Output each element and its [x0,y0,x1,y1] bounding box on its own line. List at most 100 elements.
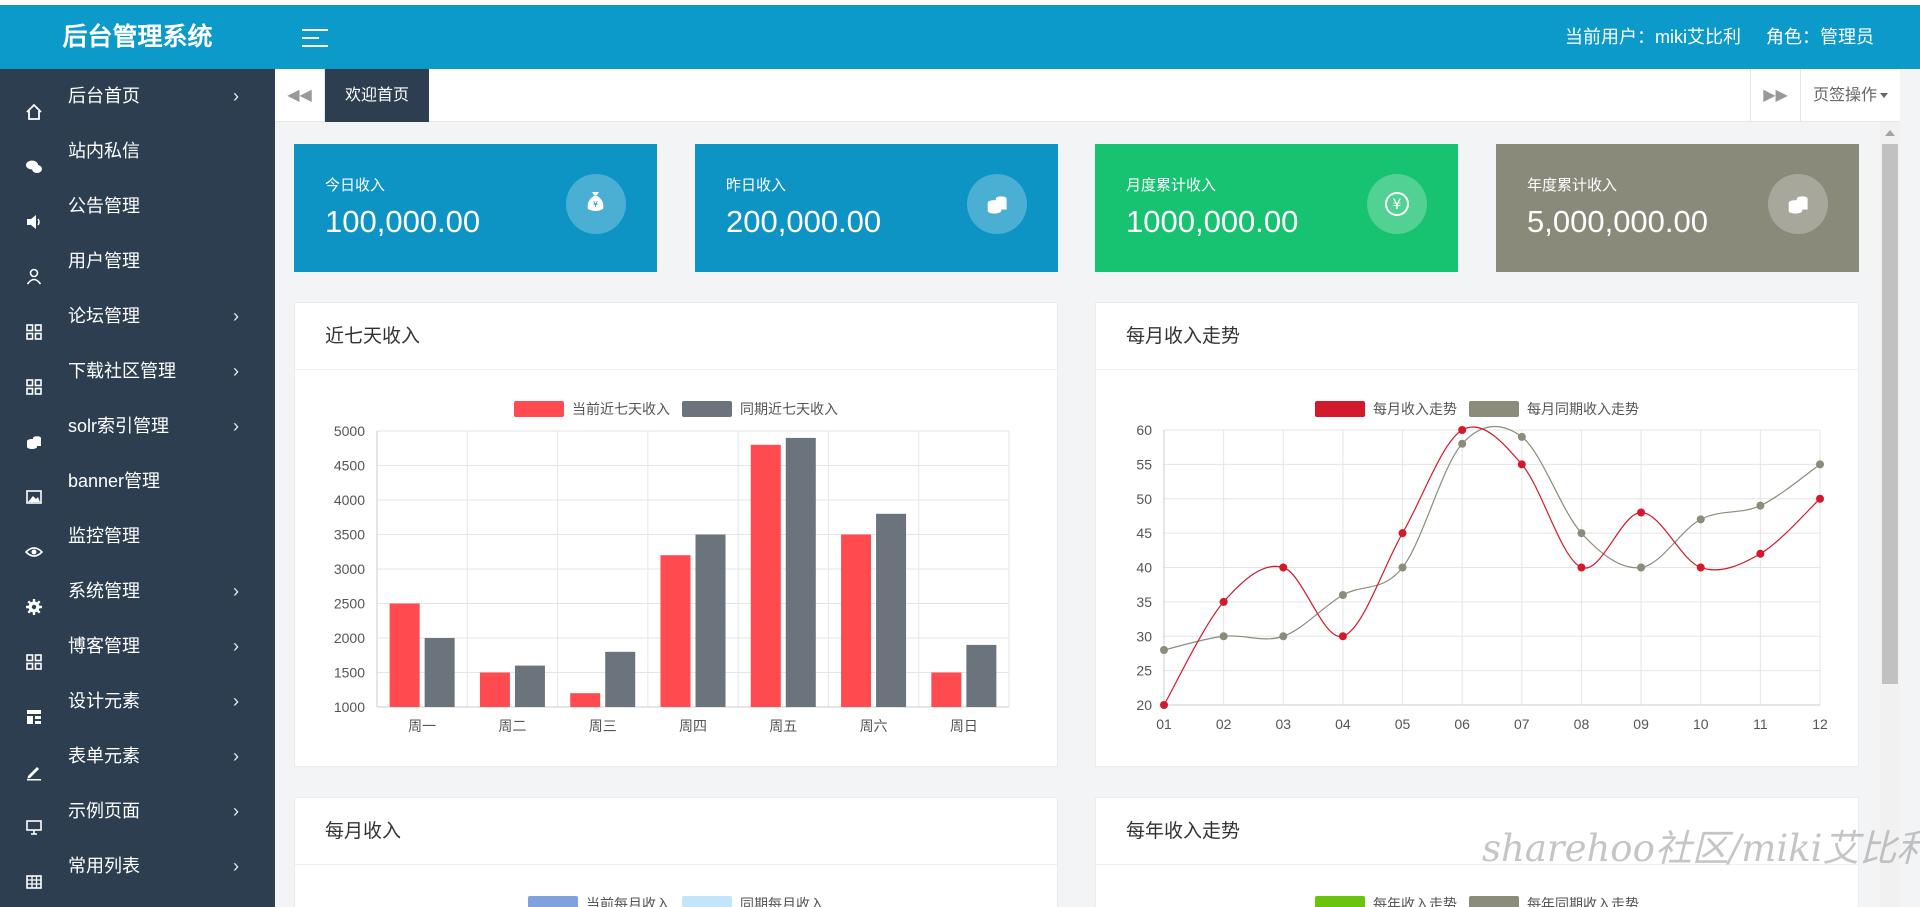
eye-icon [24,528,44,557]
data-point [1160,701,1168,709]
sidebar-item-label: 示例页面 [68,801,140,821]
home-icon [25,88,43,120]
sidebar-item[interactable]: 博客管理 › [0,619,275,674]
sidebar-item[interactable]: 常用列表 › [0,839,275,894]
sidebar-item-label: 站内私信 [68,141,140,161]
stat-icon-circle: ¥ [566,174,626,234]
sidebar-item[interactable]: solr索引管理 › [0,399,275,454]
sidebar-item[interactable]: 监控管理 [0,509,275,564]
chat-icon [25,143,43,173]
tab-operations-dropdown[interactable]: 页签操作 [1800,69,1900,122]
data-point [1637,563,1646,572]
sidebar-item[interactable]: 后台首页 › [0,69,275,124]
y-tick-label: 20 [1136,697,1152,713]
x-tick-label: 08 [1574,716,1590,732]
scroll-up-icon[interactable] [1885,130,1895,136]
sidebar-item[interactable]: 论坛管理 › [0,289,275,344]
series-line [1163,426,1821,706]
data-point [1756,549,1765,558]
stat-value: 5,000,000.00 [1527,204,1709,239]
sidebar-item[interactable]: 站内私信 [0,124,275,179]
stat-value: 1000,000.00 [1126,204,1299,239]
sidebar-item[interactable]: 下载社区管理 › [0,344,275,399]
data-point [1398,529,1407,538]
scroll-thumb[interactable] [1882,144,1898,684]
x-tick-label: 01 [1156,716,1172,732]
legend-label: 同期近七天收入 [740,401,838,417]
sidebar-item-label: 公告管理 [68,196,140,216]
bar [479,672,510,707]
tab-scroll-left-button[interactable]: ◀◀ [275,69,325,122]
bar [785,437,816,707]
sidebar-item[interactable]: 表单元素 › [0,729,275,784]
panel-title: 每月收入走势 [1096,303,1858,370]
stat-title: 年度累计收入 [1527,177,1618,194]
sidebar-item-label: 监控管理 [68,526,140,546]
sidebar-item[interactable]: banner管理 [0,454,275,509]
menu-toggle-icon[interactable] [302,29,328,49]
sidebar-item[interactable]: 系统管理 › [0,564,275,619]
y-tick-label: 25 [1136,663,1152,679]
weekly-income-chart: 1000 1500 2000 2500 3000 3500 4000 4500 5000 周一 周二… [334,401,1010,734]
weekly-income-panel: 近七天收入 1000 1500 2000 2500 3000 3500 4000 4500 50… [294,302,1058,767]
stat-card: 月度累计收入 1000,000.00 ¥ [1095,144,1458,272]
data-point [1338,632,1347,641]
grid-icon [25,638,43,670]
series-line [1163,425,1821,651]
sidebar-item[interactable]: 设计元素 › [0,674,275,729]
sidebar: 后台首页 › 站内私信 公告管理 用户管理 论坛管理 › 下载社区管理 › solr索引管理 › ba… [0,69,275,907]
data-point [1517,460,1526,469]
table-icon [25,858,43,889]
stat-title: 月度累计收入 [1126,177,1217,194]
data-point [1279,632,1288,641]
panel-title: 每月收入 [295,798,1057,865]
page-scrollbar[interactable] [1880,122,1900,907]
y-tick-label: 1500 [334,665,365,681]
tab-welcome[interactable]: 欢迎首页 [325,69,429,122]
bar [424,638,455,707]
chevron-right-icon: › [233,581,239,601]
sidebar-item-label: solr索引管理 [68,416,170,436]
legend-swatch [682,896,732,907]
x-tick-label: 周六 [860,718,888,734]
sidebar-item[interactable]: 用户管理 [0,234,275,289]
y-tick-label: 60 [1136,422,1152,438]
yen-icon: ¥ [1385,192,1409,216]
chevron-right-icon: › [233,856,239,876]
data-point [1219,597,1228,606]
data-point [1219,632,1228,641]
x-tick-label: 周一 [408,718,436,734]
legend-swatch [528,896,578,907]
chevron-right-icon: › [233,801,239,821]
data-point [1458,426,1467,434]
bar [514,665,545,707]
tab-scroll-right-button[interactable]: ▶▶ [1750,69,1800,122]
sidebar-item-label: 后台首页 [68,86,140,106]
x-tick-label: 09 [1633,716,1649,732]
chevron-right-icon: › [233,306,239,326]
legend-swatch [1469,401,1519,417]
gear-icon [25,583,43,615]
data-point [1338,591,1347,599]
legend-label: 每年同期收入走势 [1527,896,1639,907]
y-tick-label: 1000 [334,699,365,715]
top-header: 后台管理系统 当前用户：miki艾比利 角色：管理员 [0,0,1920,69]
monthly-trend-panel: 每月收入走势 20 25 30 35 40 45 50 55 60 01 02 03 04 05 06 07 0… [1095,302,1859,767]
money-bag-icon: ¥ [587,192,604,211]
sidebar-item[interactable]: 示例页面 › [0,784,275,839]
yearly-trend-chart: 每年收入走势 每年同期收入走势 [1315,896,1639,907]
chevron-right-icon: › [233,636,239,656]
bar [695,534,726,707]
y-tick-label: 3000 [334,561,365,577]
chevron-right-icon: › [233,86,239,106]
data-point [1696,563,1705,572]
data-point [1517,432,1526,441]
legend-label: 当前每月收入 [586,896,670,907]
coins-icon [1788,196,1808,214]
legend-swatch [514,401,564,417]
panel-title: 近七天收入 [295,303,1057,370]
y-tick-label: 40 [1136,560,1152,576]
x-tick-label: 周五 [769,718,797,734]
sidebar-item[interactable]: 公告管理 [0,179,275,234]
y-tick-label: 5000 [334,423,365,439]
